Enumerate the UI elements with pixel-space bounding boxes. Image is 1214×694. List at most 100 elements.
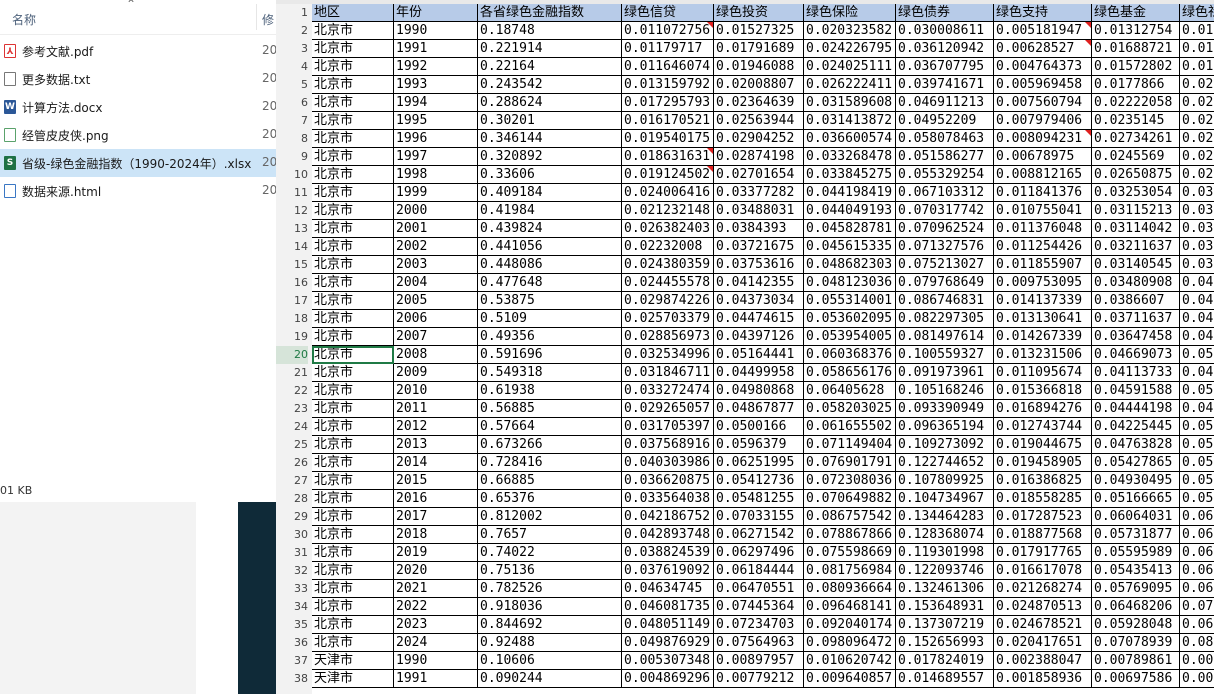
table-cell[interactable]: 0.06: [1180, 526, 1214, 544]
table-cell[interactable]: 0.06: [1180, 580, 1214, 598]
table-cell[interactable]: 0.005181947: [994, 22, 1092, 40]
table-cell[interactable]: 0.010755041: [994, 202, 1092, 220]
table-cell[interactable]: 2008: [394, 346, 478, 364]
table-cell[interactable]: 0.053954005: [804, 328, 896, 346]
table-cell[interactable]: 2005: [394, 292, 478, 310]
table-cell[interactable]: 0.055329254: [896, 166, 994, 184]
table-cell[interactable]: 北京市: [312, 94, 394, 112]
table-cell[interactable]: 0.06251995: [714, 454, 804, 472]
table-cell[interactable]: 0.05: [1180, 490, 1214, 508]
row-number[interactable]: 33: [276, 580, 308, 598]
table-cell[interactable]: 0.01946088: [714, 58, 804, 76]
table-cell[interactable]: 0.080936664: [804, 580, 896, 598]
table-cell[interactable]: 0.018877568: [994, 526, 1092, 544]
column-header-cell[interactable]: 各省绿色金融指数: [478, 4, 622, 22]
table-cell[interactable]: 0.038824539: [622, 544, 714, 562]
table-cell[interactable]: 2014: [394, 454, 478, 472]
table-cell[interactable]: 0.019044675: [994, 436, 1092, 454]
table-cell[interactable]: 0.070649882: [804, 490, 896, 508]
table-cell[interactable]: 0.071149404: [804, 436, 896, 454]
table-cell[interactable]: 北京市: [312, 148, 394, 166]
table-cell[interactable]: 2017: [394, 508, 478, 526]
table-cell[interactable]: 北京市: [312, 130, 394, 148]
table-cell[interactable]: 0.098096472: [804, 634, 896, 652]
table-cell[interactable]: 0.017287523: [994, 508, 1092, 526]
table-cell[interactable]: 0.22164: [478, 58, 622, 76]
table-cell[interactable]: 0.04: [1180, 292, 1214, 310]
table-cell[interactable]: 2009: [394, 364, 478, 382]
table-cell[interactable]: 0.020417651: [994, 634, 1092, 652]
table-cell[interactable]: 0.096468141: [804, 598, 896, 616]
table-cell[interactable]: 1992: [394, 58, 478, 76]
table-cell[interactable]: 0.011841376: [994, 184, 1092, 202]
table-cell[interactable]: 0.012743744: [994, 418, 1092, 436]
table-cell[interactable]: 0.00897957: [714, 652, 804, 670]
row-number[interactable]: 37: [276, 652, 308, 670]
table-cell[interactable]: 0.013159792: [622, 76, 714, 94]
table-cell[interactable]: 0.122744652: [896, 454, 994, 472]
table-cell[interactable]: 0.137307219: [896, 616, 994, 634]
table-cell[interactable]: 0.812002: [478, 508, 622, 526]
table-cell[interactable]: 0.07234703: [714, 616, 804, 634]
table-cell[interactable]: 0.024006416: [622, 184, 714, 202]
table-cell[interactable]: 0.044198419: [804, 184, 896, 202]
table-cell[interactable]: 0.0235145: [1092, 112, 1180, 130]
table-cell[interactable]: 0.75136: [478, 562, 622, 580]
table-cell[interactable]: 0.007560794: [994, 94, 1092, 112]
table-cell[interactable]: 2024: [394, 634, 478, 652]
table-cell[interactable]: 0.7657: [478, 526, 622, 544]
row-number[interactable]: 31: [276, 544, 308, 562]
table-cell[interactable]: 0.004869296: [622, 670, 714, 688]
table-cell[interactable]: 0.00779212: [714, 670, 804, 688]
table-cell[interactable]: 0.070317742: [896, 202, 994, 220]
table-cell[interactable]: 0.01688721: [1092, 40, 1180, 58]
table-cell[interactable]: 0.024678521: [994, 616, 1092, 634]
table-cell[interactable]: 0.009640857: [804, 670, 896, 688]
table-cell[interactable]: 0.017295793: [622, 94, 714, 112]
table-cell[interactable]: 0.01791689: [714, 40, 804, 58]
table-cell[interactable]: 2022: [394, 598, 478, 616]
row-number[interactable]: 4: [276, 58, 308, 76]
table-cell[interactable]: 0.04591588: [1092, 382, 1180, 400]
row-number[interactable]: 23: [276, 400, 308, 418]
table-cell[interactable]: 0.024226795: [804, 40, 896, 58]
table-cell[interactable]: 0.03: [1180, 238, 1214, 256]
table-cell[interactable]: 0.055314001: [804, 292, 896, 310]
table-cell[interactable]: 0.026222411: [804, 76, 896, 94]
table-cell[interactable]: 北京市: [312, 112, 394, 130]
table-cell[interactable]: 0.058078463: [896, 130, 994, 148]
table-cell[interactable]: 0.015366818: [994, 382, 1092, 400]
table-cell[interactable]: 0.058203025: [804, 400, 896, 418]
table-cell[interactable]: 0.060368376: [804, 346, 896, 364]
table-cell[interactable]: 0.014137339: [994, 292, 1092, 310]
table-cell[interactable]: 0.011376048: [994, 220, 1092, 238]
table-cell[interactable]: 0.031846711: [622, 364, 714, 382]
table-cell[interactable]: 1995: [394, 112, 478, 130]
column-header-cell[interactable]: 绿色投资: [714, 4, 804, 22]
table-cell[interactable]: 0.549318: [478, 364, 622, 382]
table-cell[interactable]: 0.02008807: [714, 76, 804, 94]
table-cell[interactable]: 0.032534996: [622, 346, 714, 364]
row-number[interactable]: 26: [276, 454, 308, 472]
table-cell[interactable]: 2013: [394, 436, 478, 454]
table-cell[interactable]: 0.04952209: [896, 112, 994, 130]
table-cell[interactable]: 0.107809925: [896, 472, 994, 490]
table-cell[interactable]: 0.05928048: [1092, 616, 1180, 634]
table-cell[interactable]: 2000: [394, 202, 478, 220]
table-cell[interactable]: 0.009753095: [994, 274, 1092, 292]
table-cell[interactable]: 0.044049193: [804, 202, 896, 220]
table-cell[interactable]: 0.05: [1180, 472, 1214, 490]
table-cell[interactable]: 0.070962524: [896, 220, 994, 238]
table-cell[interactable]: 0.05435413: [1092, 562, 1180, 580]
table-cell[interactable]: 0.04: [1180, 400, 1214, 418]
table-cell[interactable]: 0.105168246: [896, 382, 994, 400]
table-cell[interactable]: 0.06184444: [714, 562, 804, 580]
table-cell[interactable]: 0.134464283: [896, 508, 994, 526]
row-number[interactable]: 30: [276, 526, 308, 544]
table-cell[interactable]: 0.021232148: [622, 202, 714, 220]
table-cell[interactable]: 0.008094231: [994, 130, 1092, 148]
table-cell[interactable]: 0.002388047: [994, 652, 1092, 670]
table-cell[interactable]: 北京市: [312, 400, 394, 418]
table-cell[interactable]: 0.04980868: [714, 382, 804, 400]
table-cell[interactable]: 0.029874226: [622, 292, 714, 310]
